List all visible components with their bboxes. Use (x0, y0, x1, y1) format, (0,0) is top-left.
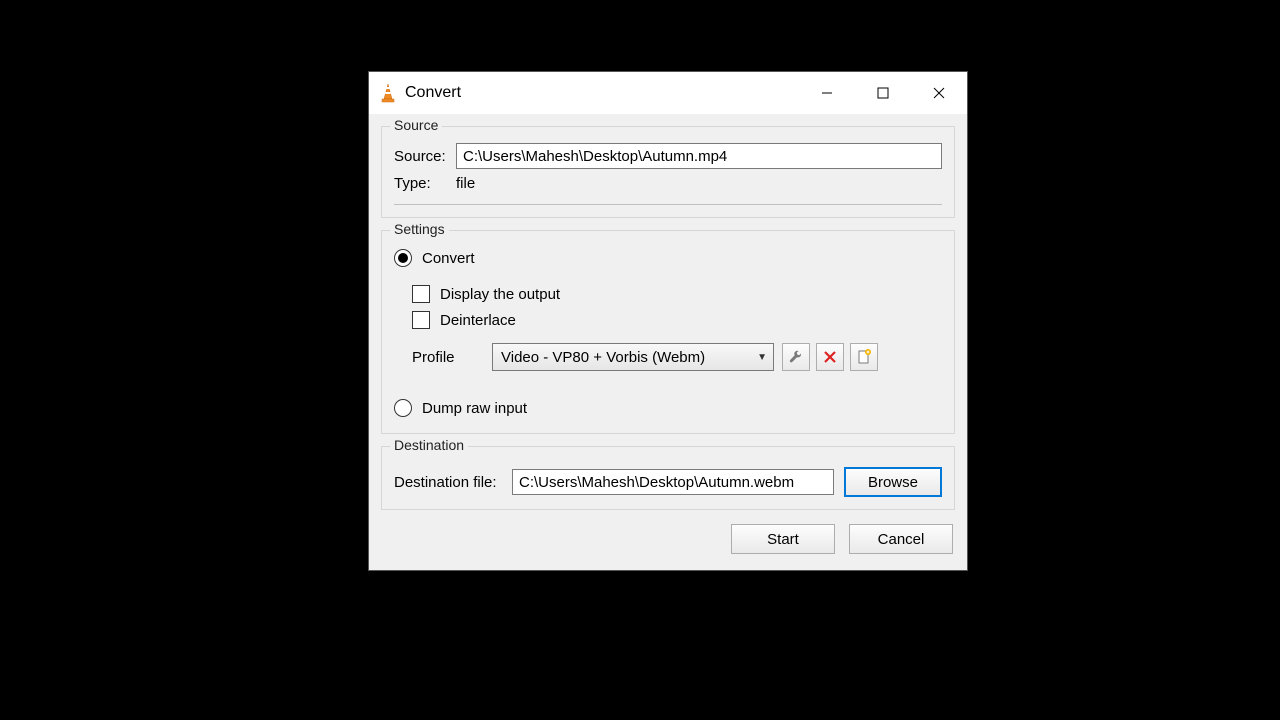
convert-dialog: Convert Source Source: Type: file (368, 71, 968, 571)
source-label: Source: (394, 148, 456, 165)
type-value: file (456, 175, 475, 192)
destination-legend: Destination (390, 437, 468, 453)
chevron-down-icon: ▼ (757, 352, 767, 363)
dialog-title: Convert (405, 84, 799, 102)
dump-raw-radio-row[interactable]: Dump raw input (394, 399, 942, 417)
browse-button[interactable]: Browse (844, 467, 942, 497)
source-divider (394, 204, 942, 205)
minimize-button[interactable] (799, 72, 855, 114)
edit-profile-button[interactable] (782, 343, 810, 371)
radio-icon (394, 249, 412, 267)
start-button-label: Start (767, 531, 799, 548)
maximize-button[interactable] (855, 72, 911, 114)
browse-button-label: Browse (868, 474, 918, 491)
wrench-icon (788, 349, 804, 365)
destination-file-label: Destination file: (394, 474, 512, 491)
cancel-button[interactable]: Cancel (849, 524, 953, 554)
convert-radio-row[interactable]: Convert (394, 249, 942, 267)
settings-legend: Settings (390, 221, 449, 237)
start-button[interactable]: Start (731, 524, 835, 554)
dialog-footer: Start Cancel (381, 518, 955, 558)
destination-file-input[interactable] (512, 469, 834, 495)
deinterlace-checkbox-row[interactable]: Deinterlace (412, 311, 942, 329)
source-input[interactable] (456, 143, 942, 169)
radio-icon (394, 399, 412, 417)
close-button[interactable] (911, 72, 967, 114)
dump-raw-label: Dump raw input (422, 400, 527, 417)
x-icon (823, 350, 837, 364)
deinterlace-label: Deinterlace (440, 312, 516, 329)
titlebar: Convert (369, 72, 967, 114)
new-file-icon (857, 349, 871, 365)
delete-profile-button[interactable] (816, 343, 844, 371)
settings-group: Settings Convert Display the output Dein… (381, 230, 955, 434)
dialog-body: Source Source: Type: file Settings Conve… (369, 114, 967, 570)
destination-group: Destination Destination file: Browse (381, 446, 955, 510)
window-controls (799, 72, 967, 114)
vlc-cone-icon (379, 83, 397, 103)
source-group: Source Source: Type: file (381, 126, 955, 218)
type-label: Type: (394, 175, 456, 192)
display-output-checkbox-row[interactable]: Display the output (412, 285, 942, 303)
cancel-button-label: Cancel (878, 531, 925, 548)
convert-radio-label: Convert (422, 250, 475, 267)
profile-select-value: Video - VP80 + Vorbis (Webm) (501, 349, 705, 366)
display-output-label: Display the output (440, 286, 560, 303)
checkbox-icon (412, 311, 430, 329)
new-profile-button[interactable] (850, 343, 878, 371)
profile-label: Profile (412, 349, 492, 366)
source-legend: Source (390, 117, 442, 133)
profile-select[interactable]: Video - VP80 + Vorbis (Webm) ▼ (492, 343, 774, 371)
checkbox-icon (412, 285, 430, 303)
